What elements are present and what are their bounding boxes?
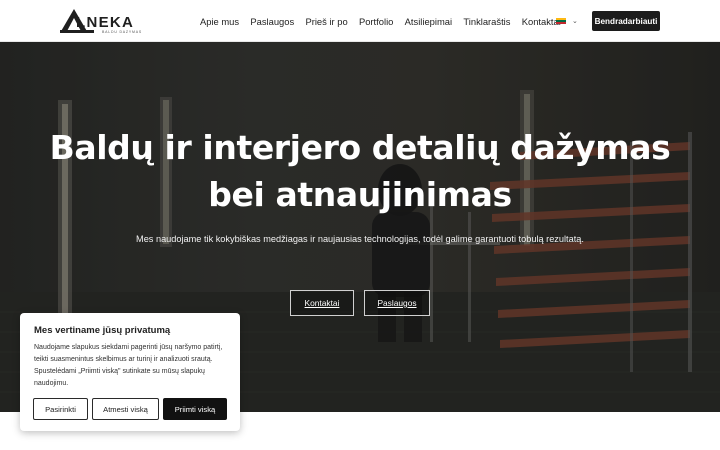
nav-item-portfolio[interactable]: Portfolio xyxy=(359,16,393,27)
nav-item-paslaugos[interactable]: Paslaugos xyxy=(250,16,294,27)
site-logo[interactable]: LNEKA BALDU DAZYMAS xyxy=(58,7,142,35)
cookie-title: Mes vertiname jūsų privatumą xyxy=(34,325,171,336)
contacts-button[interactable]: Kontaktai xyxy=(290,290,354,316)
nav-item-kontaktai[interactable]: Kontaktai xyxy=(522,16,561,27)
services-button[interactable]: Paslaugos xyxy=(364,290,430,316)
hero-title: Baldų ir interjero detalių dažymas bei a… xyxy=(49,128,671,214)
site-header: LNEKA BALDU DAZYMAS Apie mus Paslaugos P… xyxy=(0,0,720,42)
cookie-description: Naudojame slapukus siekdami pagerinti jū… xyxy=(34,344,223,387)
customize-cookies-button[interactable]: Pasirinkti xyxy=(33,398,88,420)
nav-item-tinklarastis[interactable]: Tinklaraštis xyxy=(463,16,510,27)
main-nav: Apie mus Paslaugos Prieš ir po Portfolio… xyxy=(200,0,572,42)
nav-item-pries-ir-po[interactable]: Prieš ir po xyxy=(305,16,347,27)
hero-subtitle: Mes naudojame tik kokybiškas medžiagas i… xyxy=(136,234,584,244)
chevron-down-icon: ⌄ xyxy=(572,18,578,25)
logo-tagline: BALDU DAZYMAS xyxy=(102,30,142,34)
nav-item-atsiliepimai[interactable]: Atsiliepimai xyxy=(405,16,452,27)
lithuania-flag-icon xyxy=(556,17,566,25)
cooperate-button[interactable]: Bendradarbiauti xyxy=(592,11,660,31)
nav-item-apie-mus[interactable]: Apie mus xyxy=(200,16,239,27)
logo-wordmark: LNEKA xyxy=(76,14,135,31)
reject-all-button[interactable]: Atmesti viską xyxy=(92,398,159,420)
language-switcher[interactable]: ⌄ xyxy=(556,16,582,26)
accept-all-button[interactable]: Priimti viską xyxy=(163,398,227,420)
cookie-consent-dialog: Mes vertiname jūsų privatumą Naudojame s… xyxy=(20,313,240,431)
